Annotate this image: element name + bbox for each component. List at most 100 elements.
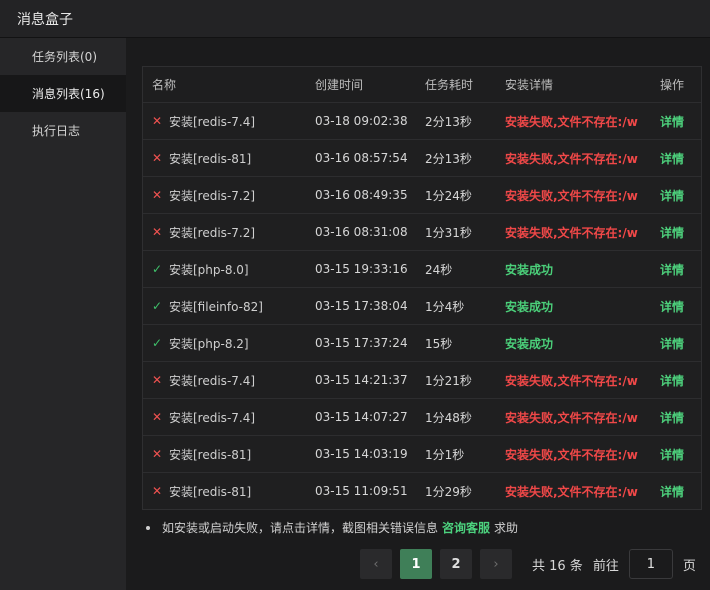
details-link-cell: 详情 (660, 446, 701, 463)
details-link[interactable]: 详情 (660, 300, 684, 314)
cross-icon: ✕ (152, 114, 163, 128)
install-detail: 安装成功 (505, 262, 554, 277)
install-detail: 安装失败,文件不存在:/w (505, 114, 638, 129)
row-name-cell: ✕ 安装[redis-81] (143, 446, 315, 463)
task-duration: 1分1秒 (425, 447, 465, 462)
details-link-cell: 详情 (660, 298, 701, 315)
details-link-cell: 详情 (660, 113, 701, 130)
help-tip: 如安装或启动失败，请点击详情，截图相关错误信息 咨询客服 求助 (146, 519, 518, 536)
task-name: 安装[redis-7.2] (169, 225, 256, 240)
header-created: 创建时间 (315, 78, 364, 92)
install-detail: 安装失败,文件不存在:/w (505, 410, 638, 425)
details-link[interactable]: 详情 (660, 374, 684, 388)
install-detail: 安装失败,文件不存在:/w (505, 225, 638, 240)
sidebar-item-logs[interactable]: 执行日志 (0, 112, 126, 149)
task-duration: 1分24秒 (425, 188, 472, 203)
sidebar-item-label: 任务列表(0) (32, 50, 97, 64)
cross-icon: ✕ (152, 225, 163, 239)
install-detail: 安装失败,文件不存在:/w (505, 484, 638, 499)
table-row: ✓ 安装[php-8.0] 03-15 19:33:16 24秒 安装成功 详情 (143, 250, 701, 287)
row-name-cell: ✓ 安装[fileinfo-82] (143, 298, 315, 315)
table-row: ✕ 安装[redis-81] 03-15 11:09:51 1分29秒 安装失败,文件不… (143, 472, 701, 509)
task-name: 安装[redis-81] (169, 447, 252, 462)
contact-support-link[interactable]: 咨询客服 (442, 519, 490, 536)
task-name: 安装[redis-81] (169, 484, 252, 499)
page-suffix: 页 (682, 558, 696, 574)
table-row: ✓ 安装[php-8.2] 03-15 17:37:24 15秒 安装成功 详情 (143, 324, 701, 361)
header-duration: 任务耗时 (425, 78, 474, 92)
table-row: ✕ 安装[redis-7.4] 03-18 09:02:38 2分13秒 安装失败,文件… (143, 102, 701, 139)
details-link[interactable]: 详情 (660, 115, 684, 129)
row-name-cell: ✕ 安装[redis-7.2] (143, 187, 315, 204)
details-link[interactable]: 详情 (660, 448, 684, 462)
sidebar-item-label: 执行日志 (32, 124, 81, 138)
details-link[interactable]: 详情 (660, 263, 684, 277)
details-link[interactable]: 详情 (660, 411, 684, 425)
goto-page-input[interactable] (628, 549, 673, 579)
sidebar-item-messages[interactable]: 消息列表(16) (0, 75, 126, 112)
row-name-cell: ✕ 安装[redis-81] (143, 150, 315, 167)
created-time: 03-15 14:03:19 (315, 447, 408, 461)
details-link-cell: 详情 (660, 150, 701, 167)
task-duration: 1分21秒 (425, 373, 472, 388)
details-link-cell: 详情 (660, 261, 701, 278)
created-time: 03-15 11:09:51 (315, 484, 408, 498)
install-detail: 安装成功 (505, 299, 554, 314)
row-name-cell: ✕ 安装[redis-7.2] (143, 224, 315, 241)
install-detail: 安装失败,文件不存在:/w (505, 373, 638, 388)
sidebar: 任务列表(0) 消息列表(16) 执行日志 (0, 38, 126, 590)
details-link[interactable]: 详情 (660, 337, 684, 351)
task-duration: 24秒 (425, 262, 453, 277)
task-name: 安装[redis-7.4] (169, 410, 256, 425)
row-name-cell: ✕ 安装[redis-7.4] (143, 409, 315, 426)
cross-icon: ✕ (152, 151, 163, 165)
page-button-1[interactable]: 1 (400, 549, 432, 579)
table-row: ✕ 安装[redis-7.2] 03-16 08:49:35 1分24秒 安装失败,文件… (143, 176, 701, 213)
check-icon: ✓ (152, 262, 163, 276)
row-name-cell: ✕ 安装[redis-7.4] (143, 113, 315, 130)
sidebar-item-label: 消息列表(16) (32, 87, 105, 101)
window-title: 消息盒子 (0, 0, 710, 38)
total-count: 共 16 条 (532, 558, 583, 574)
task-name: 安装[php-8.0] (169, 262, 249, 277)
header-detail: 安装详情 (505, 78, 554, 92)
task-name: 安装[redis-7.2] (169, 188, 256, 203)
details-link[interactable]: 详情 (660, 152, 684, 166)
task-name: 安装[redis-7.4] (169, 373, 256, 388)
details-link-cell: 详情 (660, 187, 701, 204)
details-link-cell: 详情 (660, 483, 701, 500)
details-link-cell: 详情 (660, 372, 701, 389)
task-duration: 2分13秒 (425, 151, 472, 166)
cross-icon: ✕ (152, 373, 163, 387)
details-link[interactable]: 详情 (660, 189, 684, 203)
details-link-cell: 详情 (660, 224, 701, 241)
table-row: ✕ 安装[redis-7.2] 03-16 08:31:08 1分31秒 安装失败,文件… (143, 213, 701, 250)
cross-icon: ✕ (152, 410, 163, 424)
task-duration: 1分4秒 (425, 299, 465, 314)
page-button-2[interactable]: 2 (440, 549, 472, 579)
sidebar-item-tasks[interactable]: 任务列表(0) (0, 38, 126, 75)
table-body: ✕ 安装[redis-7.4] 03-18 09:02:38 2分13秒 安装失败,文件… (143, 102, 701, 509)
header-action: 操作 (660, 78, 685, 92)
prev-page-button[interactable]: ‹ (360, 549, 392, 579)
table-row: ✕ 安装[redis-81] 03-15 14:03:19 1分1秒 安装失败,文件不存… (143, 435, 701, 472)
row-name-cell: ✓ 安装[php-8.2] (143, 335, 315, 352)
tip-suffix: 求助 (494, 521, 519, 535)
header-name: 名称 (152, 78, 177, 92)
task-name: 安装[php-8.2] (169, 336, 249, 351)
table-row: ✕ 安装[redis-7.4] 03-15 14:21:37 1分21秒 安装失败,文件… (143, 361, 701, 398)
task-name: 安装[redis-81] (169, 151, 252, 166)
table-row: ✕ 安装[redis-7.4] 03-15 14:07:27 1分48秒 安装失败,文件… (143, 398, 701, 435)
created-time: 03-16 08:49:35 (315, 188, 408, 202)
check-icon: ✓ (152, 336, 163, 350)
created-time: 03-16 08:31:08 (315, 225, 408, 239)
row-name-cell: ✓ 安装[php-8.0] (143, 261, 315, 278)
next-page-button[interactable]: › (480, 549, 512, 579)
details-link[interactable]: 详情 (660, 485, 684, 499)
row-name-cell: ✕ 安装[redis-81] (143, 483, 315, 500)
created-time: 03-15 17:37:24 (315, 336, 408, 350)
task-duration: 15秒 (425, 336, 453, 351)
details-link-cell: 详情 (660, 409, 701, 426)
tip-text: 如安装或启动失败，请点击详情，截图相关错误信息 (162, 521, 439, 535)
details-link[interactable]: 详情 (660, 226, 684, 240)
